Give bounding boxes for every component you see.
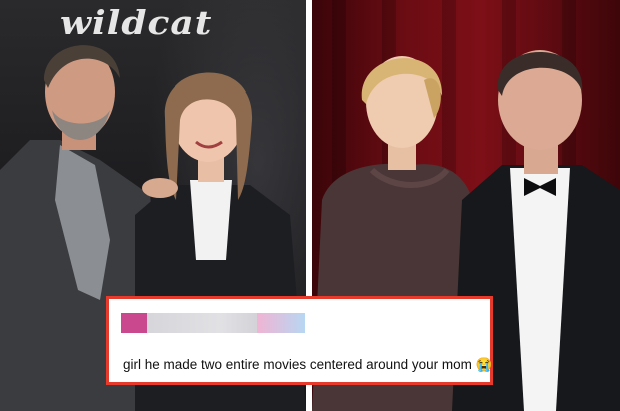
tweet-text: girl he made two entire movies centered …: [123, 357, 493, 372]
tweet-card: girl he made two entire movies centered …: [106, 296, 493, 385]
redacted-handle: [257, 313, 305, 333]
